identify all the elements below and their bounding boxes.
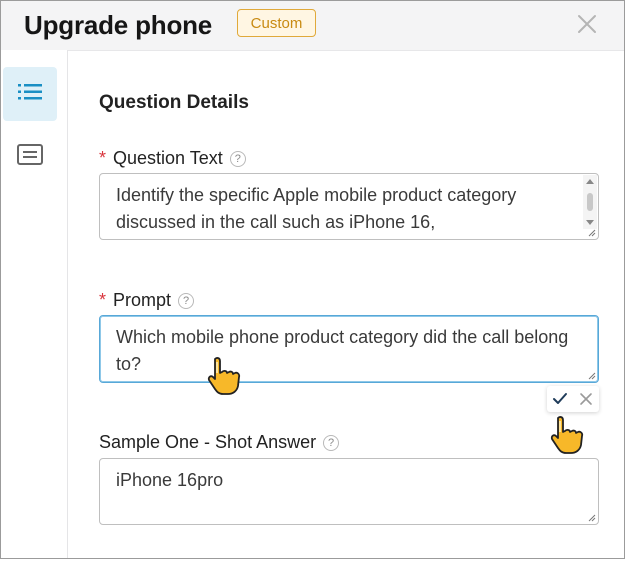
confirm-button[interactable] <box>549 388 571 410</box>
sample-answer-input[interactable]: iPhone 16pro <box>99 458 599 525</box>
required-mark: * <box>99 290 107 310</box>
help-icon[interactable]: ? <box>323 434 340 451</box>
resize-handle-icon[interactable] <box>588 372 596 380</box>
resize-handle-icon[interactable] <box>588 229 596 237</box>
prompt-label: * Prompt ? <box>99 290 195 311</box>
prompt-label-text: Prompt <box>113 290 172 310</box>
sample-answer-value: iPhone 16pro <box>116 470 224 490</box>
check-icon <box>553 393 567 404</box>
dialog-header: Upgrade phone Custom <box>1 1 624 51</box>
scroll-thumb[interactable] <box>587 193 593 211</box>
hand-cursor-icon <box>207 357 241 395</box>
sample-answer-label: Sample One - Shot Answer ? <box>99 432 340 453</box>
help-icon[interactable]: ? <box>229 150 246 167</box>
scroll-up-arrow-icon[interactable] <box>586 179 594 184</box>
question-text-value: Identify the specific Apple mobile produ… <box>116 185 517 232</box>
prompt-input[interactable]: Which mobile phone product category did … <box>99 315 599 383</box>
resize-handle-icon[interactable] <box>588 514 596 522</box>
hand-cursor-icon <box>550 416 584 454</box>
inline-edit-actions <box>547 386 599 412</box>
help-icon[interactable]: ? <box>178 292 195 309</box>
close-icon <box>580 393 592 405</box>
close-icon[interactable] <box>574 11 600 37</box>
form-content: Question Details * Question Text ? Ident… <box>67 50 627 561</box>
required-mark: * <box>99 148 107 168</box>
dialog-title: Upgrade phone <box>24 10 213 40</box>
section-title: Question Details <box>99 92 249 113</box>
cancel-button[interactable] <box>575 388 597 410</box>
message-icon <box>16 143 44 172</box>
question-text-label-text: Question Text <box>113 148 223 168</box>
scroll-down-arrow-icon[interactable] <box>586 220 594 225</box>
custom-badge: Custom <box>237 9 316 37</box>
sidebar-item-details[interactable] <box>3 67 57 121</box>
scrollbar[interactable] <box>583 175 597 229</box>
prompt-value: Which mobile phone product category did … <box>116 327 569 374</box>
list-icon <box>17 82 43 107</box>
question-text-label: * Question Text ? <box>99 148 246 169</box>
sidebar <box>1 50 68 558</box>
sidebar-item-messages[interactable] <box>3 130 57 184</box>
sample-answer-label-text: Sample One - Shot Answer <box>99 432 317 452</box>
question-text-input[interactable]: Identify the specific Apple mobile produ… <box>99 173 599 240</box>
